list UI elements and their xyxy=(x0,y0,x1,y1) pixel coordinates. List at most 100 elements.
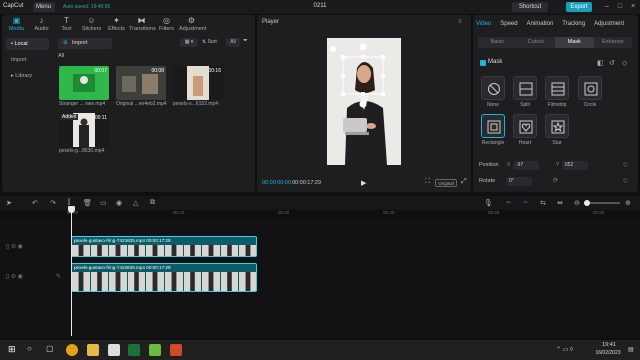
media-clip-4[interactable]: Added 00:11 xyxy=(59,113,109,147)
track-1-controls[interactable]: ▯ ⊘ ◉ xyxy=(6,243,23,250)
task-view-icon[interactable]: ▢ xyxy=(46,344,58,356)
snap-icon[interactable]: ⇔ xyxy=(522,199,529,206)
playhead[interactable] xyxy=(71,206,72,336)
redo-icon[interactable]: ↷ xyxy=(50,199,56,207)
tab-tracking[interactable]: Tracking xyxy=(562,18,585,30)
tool-adjustment[interactable]: ⚙ Adjustment xyxy=(179,16,207,35)
tool-filters[interactable]: ◎ Filters xyxy=(154,16,179,35)
menu-button[interactable]: Menu xyxy=(33,2,55,12)
invert-icon[interactable]: ◧ xyxy=(597,59,604,67)
tool-text[interactable]: T Text xyxy=(54,16,79,35)
mirror-icon[interactable]: △ xyxy=(133,199,138,207)
edit-cover-icon[interactable]: ✎ xyxy=(56,273,61,280)
position-x-input[interactable]: -97 xyxy=(513,161,539,170)
tool-effects[interactable]: ✦ Effects xyxy=(104,16,129,35)
app-icon-red[interactable] xyxy=(170,344,182,356)
tab-animation[interactable]: Animation xyxy=(527,18,554,30)
tool-stickers[interactable]: ☺ Stickers xyxy=(79,16,104,35)
mask-star[interactable] xyxy=(545,114,569,138)
view-toggle-button[interactable]: ▦ ▾ xyxy=(180,38,198,47)
audio-icon: ♪ xyxy=(39,16,44,25)
sort-button[interactable]: ⇅ Sort xyxy=(202,38,222,47)
excel-icon[interactable] xyxy=(128,344,140,356)
crop-icon[interactable]: ⛶ xyxy=(425,178,430,186)
sidebar-item-local[interactable]: • Local xyxy=(6,38,49,50)
keyframe-icon[interactable]: ◇ xyxy=(623,177,628,184)
export-button[interactable]: Export xyxy=(566,2,592,12)
fit-icon[interactable]: ⇹ xyxy=(557,199,563,207)
notification-icon[interactable]: ▤ xyxy=(628,346,634,353)
clip-filmstrip xyxy=(72,272,256,291)
microphone-icon[interactable]: 🎙 xyxy=(484,199,493,207)
tool-media[interactable]: ▣ Media xyxy=(4,16,29,35)
subtab-cutout[interactable]: Cutout xyxy=(517,37,556,48)
zoom-slider-handle[interactable] xyxy=(584,200,590,206)
app-icon-green[interactable] xyxy=(149,344,161,356)
keyframe-icon[interactable]: ◇ xyxy=(623,161,628,168)
zoom-in-icon[interactable]: ⊕ xyxy=(625,199,631,207)
crop-icon[interactable]: ⧉ xyxy=(150,199,155,207)
select-cursor-icon[interactable]: ➤ xyxy=(6,199,12,207)
import-button[interactable]: ⊕ Import xyxy=(58,38,112,49)
tool-transitions[interactable]: ⧓ Transitions xyxy=(129,16,156,35)
play-icon[interactable]: ▶ xyxy=(361,179,366,187)
sticker-icon: ☺ xyxy=(87,16,96,25)
sidebar-item-library[interactable]: ▸ Library xyxy=(6,70,49,82)
tab-speed[interactable]: Speed xyxy=(500,18,517,30)
mask-split[interactable] xyxy=(513,76,537,100)
rotate-dial-icon[interactable]: ⟳ xyxy=(553,177,558,184)
close-icon[interactable]: × xyxy=(628,2,638,12)
keyframe-icon[interactable]: ◇ xyxy=(622,59,627,67)
timeline-clip-1[interactable]: pexels-gustavo-fring-7423635.mp4 00:00:1… xyxy=(71,236,257,257)
subtab-mask[interactable]: Mask xyxy=(555,37,594,48)
file-explorer-icon[interactable] xyxy=(87,344,99,356)
media-clip-1[interactable]: 00:07 xyxy=(59,66,109,100)
funnel-icon[interactable]: ⏷ xyxy=(243,38,252,47)
system-tray-icons[interactable]: ⌃ ▭ ◊ xyxy=(556,346,573,353)
autosave-status: Auto saved: 19:40:55 xyxy=(63,4,111,10)
undo-icon[interactable]: ↶ xyxy=(32,199,38,207)
link-icon[interactable]: ⇔ xyxy=(505,199,512,206)
minimize-icon[interactable]: – xyxy=(602,2,612,12)
subtab-basic[interactable]: Basic xyxy=(478,37,517,48)
mask-checkbox[interactable] xyxy=(480,60,486,66)
ratio-button[interactable]: Original xyxy=(435,179,457,187)
delete-icon[interactable]: 🗑 xyxy=(83,199,92,207)
freeze-icon[interactable]: ▭ xyxy=(100,199,107,207)
playhead-handle[interactable] xyxy=(68,206,75,213)
preview-axis-icon[interactable]: ⇆ xyxy=(540,199,546,207)
search-icon[interactable]: ○ xyxy=(27,344,39,356)
shortcut-button[interactable]: Shortcut xyxy=(512,2,548,12)
media-clip-2[interactable]: 00:08 xyxy=(116,66,166,100)
zoom-out-icon[interactable]: ⊖ xyxy=(574,199,580,207)
windows-start-icon[interactable]: ⊞ xyxy=(8,344,20,356)
reverse-icon[interactable]: ◉ xyxy=(116,199,122,207)
filter-all-button[interactable]: All xyxy=(226,38,240,47)
track-2-controls[interactable]: ▯ ⊘ ◉ xyxy=(6,273,23,280)
subtab-enhance[interactable]: Enhance xyxy=(594,37,633,48)
circle-icon xyxy=(584,82,598,96)
hamburger-icon[interactable]: ≡ xyxy=(458,19,462,25)
capcut-icon[interactable] xyxy=(108,344,120,356)
mask-rectangle[interactable] xyxy=(481,114,505,138)
reset-icon[interactable]: ↺ xyxy=(609,59,615,67)
video-preview[interactable] xyxy=(327,38,401,165)
mask-filmstrip[interactable] xyxy=(545,76,569,100)
mask-none[interactable] xyxy=(481,76,505,100)
media-toolbar: ▣ Media ♪ Audio T Text ☺ Stickers ✦ Effects ⧓… xyxy=(4,16,254,35)
sidebar-item-import[interactable]: Import xyxy=(6,54,49,66)
media-sidebar: • Local Import ▸ Library xyxy=(6,38,49,86)
tool-audio[interactable]: ♪ Audio xyxy=(29,16,54,35)
fullscreen-icon[interactable]: ⤢ xyxy=(461,178,467,186)
mask-rectangle-overlay[interactable] xyxy=(327,38,401,165)
rotate-input[interactable]: 0° xyxy=(506,177,532,186)
maximize-icon[interactable]: □ xyxy=(615,2,625,12)
mask-circle[interactable] xyxy=(578,76,602,100)
tab-adjustment[interactable]: Adjustment xyxy=(594,18,624,30)
position-y-input[interactable]: 652 xyxy=(562,161,588,170)
chrome-icon[interactable] xyxy=(66,344,78,356)
timeline-clip-2[interactable]: pexels-gustavo-fring-7423636.mp4 00:00:1… xyxy=(71,263,257,292)
mask-heart[interactable] xyxy=(513,114,537,138)
media-clip-3[interactable]: 00:16 xyxy=(173,66,223,100)
tab-video[interactable]: Video xyxy=(476,18,491,30)
